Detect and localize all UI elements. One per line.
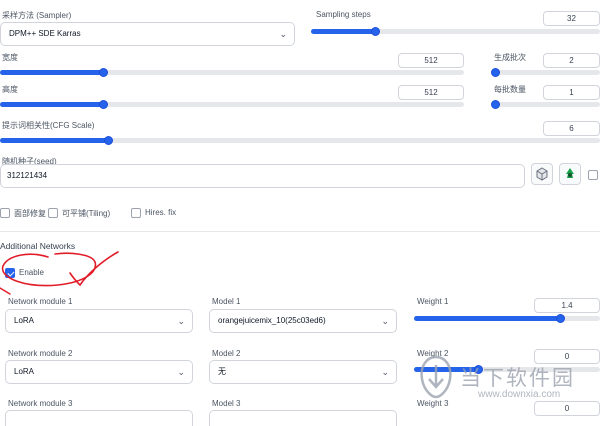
extra-seed-checkbox[interactable] [588, 170, 598, 180]
chevron-down-icon: ⌄ [279, 29, 287, 39]
network-module-2-dropdown[interactable]: LoRA ⌄ [5, 360, 193, 384]
recycle-icon [566, 168, 574, 178]
model-3-label: Model 3 [212, 399, 241, 408]
model-1-label: Model 1 [212, 297, 241, 306]
width-label: 宽度 [2, 53, 18, 62]
sampler-label: 采样方法 (Sampler) [2, 11, 72, 20]
width-thumb[interactable] [99, 68, 108, 77]
sampling-steps-slider[interactable] [311, 29, 600, 34]
sampler-value: DPM++ SDE Karras [9, 29, 81, 38]
tiling-label: 可平铺(Tiling) [62, 209, 111, 218]
network-module-1-dropdown[interactable]: LoRA ⌄ [5, 309, 193, 333]
model-3-dropdown[interactable] [209, 410, 397, 426]
network-module-1-value: LoRA [14, 316, 35, 325]
batch-count-thumb[interactable] [491, 68, 500, 77]
model-1-value: orangejuicemix_10(25c03ed6) [218, 316, 326, 325]
sampling-steps-input[interactable]: 32 [543, 11, 600, 26]
weight-1-label: Weight 1 [417, 297, 449, 306]
watermark-url: www.downxia.com [478, 389, 561, 400]
model-2-dropdown[interactable]: 无 ⌄ [209, 360, 397, 384]
cfg-scale-thumb[interactable] [104, 136, 113, 145]
height-slider[interactable] [0, 102, 464, 107]
weight-1-thumb[interactable] [556, 314, 565, 323]
restore-faces-checkbox[interactable] [0, 208, 10, 218]
batch-count-slider[interactable] [494, 70, 600, 75]
model-2-value: 无 [218, 367, 226, 376]
restore-faces-label: 面部修复 [14, 209, 46, 218]
weight-3-input[interactable]: 0 [534, 401, 600, 416]
batch-size-thumb[interactable] [491, 100, 500, 109]
width-slider[interactable] [0, 70, 464, 75]
model-1-dropdown[interactable]: orangejuicemix_10(25c03ed6) ⌄ [209, 309, 397, 333]
dice-icon [536, 167, 548, 181]
batch-count-input[interactable]: 2 [543, 53, 600, 68]
height-input[interactable]: 512 [398, 85, 464, 100]
red-circle-annotation [0, 251, 119, 295]
weight-1-input[interactable]: 1.4 [534, 298, 600, 313]
batch-size-label: 每批数量 [494, 85, 526, 94]
hires-fix-label: Hires. fix [145, 208, 177, 217]
watermark-text: 当下软件园 [460, 366, 575, 390]
height-label: 高度 [2, 85, 18, 94]
sampling-steps-label: Sampling steps [316, 10, 371, 19]
sampler-dropdown[interactable]: DPM++ SDE Karras ⌄ [0, 22, 295, 46]
weight-1-slider[interactable] [414, 316, 600, 321]
batch-size-slider[interactable] [494, 102, 600, 107]
chevron-down-icon: ⌄ [177, 367, 185, 377]
network-module-1-label: Network module 1 [8, 297, 73, 306]
network-module-2-value: LoRA [14, 367, 35, 376]
cfg-scale-label: 提示词相关性(CFG Scale) [2, 121, 95, 130]
random-seed-button[interactable] [531, 163, 553, 185]
height-thumb[interactable] [99, 100, 108, 109]
model-2-label: Model 2 [212, 349, 241, 358]
weight-3-label: Weight 3 [417, 399, 449, 408]
chevron-down-icon: ⌄ [381, 367, 389, 377]
chevron-down-icon: ⌄ [381, 316, 389, 326]
chevron-down-icon: ⌄ [177, 316, 185, 326]
batch-count-label: 生成批次 [494, 53, 526, 62]
width-input[interactable]: 512 [398, 53, 464, 68]
downxia-logo-icon [420, 355, 452, 399]
sampling-steps-thumb[interactable] [371, 27, 380, 36]
cfg-scale-input[interactable]: 6 [543, 121, 600, 136]
reuse-seed-button[interactable] [559, 163, 581, 185]
network-module-2-label: Network module 2 [8, 349, 73, 358]
network-module-3-dropdown[interactable] [5, 410, 193, 426]
hires-fix-checkbox[interactable] [131, 208, 141, 218]
batch-size-input[interactable]: 1 [543, 85, 600, 100]
tiling-checkbox[interactable] [48, 208, 58, 218]
seed-input[interactable]: 312121434 [0, 164, 525, 188]
cfg-scale-slider[interactable] [0, 138, 600, 143]
section-divider [0, 231, 600, 232]
network-module-3-label: Network module 3 [8, 399, 73, 408]
